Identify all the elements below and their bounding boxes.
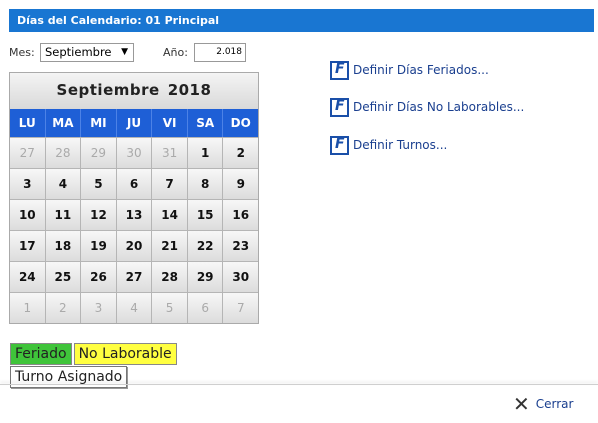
- calendar-day[interactable]: 14: [151, 199, 187, 230]
- year-label: Año:: [163, 46, 188, 59]
- calendar-day-other-month[interactable]: 27: [10, 137, 45, 168]
- calendar-day-other-month[interactable]: 1: [10, 292, 45, 323]
- calendar-day[interactable]: 20: [115, 230, 152, 261]
- calendar-day-other-month[interactable]: 31: [151, 137, 187, 168]
- calendar-day[interactable]: 30: [222, 261, 259, 292]
- calendar-day-other-month[interactable]: 3: [80, 292, 116, 323]
- calendar-day[interactable]: 1: [186, 137, 223, 168]
- legend: Feriado No Laborable: [10, 343, 179, 365]
- calendar-week-row: 3456789: [10, 168, 259, 199]
- f-document-icon: [330, 98, 349, 117]
- calendar-day[interactable]: 17: [10, 230, 45, 261]
- calendar-day[interactable]: 29: [186, 261, 223, 292]
- f-document-icon: [330, 61, 349, 80]
- weekday-header: JU: [115, 109, 152, 137]
- calendar-day[interactable]: 24: [10, 261, 45, 292]
- calendar-day[interactable]: 10: [10, 199, 45, 230]
- calendar-week-row: 1234567: [10, 292, 259, 323]
- calendar-day[interactable]: 28: [151, 261, 187, 292]
- calendar-day-other-month[interactable]: 5: [151, 292, 187, 323]
- calendar-day-other-month[interactable]: 30: [115, 137, 152, 168]
- calendar-day[interactable]: 18: [44, 230, 81, 261]
- calendar-week-row: 27 28 29 30 31 1 2: [10, 137, 259, 168]
- calendar-grid: 27 28 29 30 31 1 2 3 4 5 6 7 8 9 10 11 12 13 14 15 16 17 18 19 2…: [10, 137, 259, 323]
- calendar-day[interactable]: 22: [186, 230, 223, 261]
- calendar-day[interactable]: 3: [10, 168, 45, 199]
- calendar-day[interactable]: 2: [222, 137, 259, 168]
- dialog-title: Días del Calendario: 01 Principal: [9, 9, 594, 32]
- weekday-header: MA: [44, 109, 81, 137]
- calendar-day-other-month[interactable]: 2: [44, 292, 81, 323]
- calendar-day-other-month[interactable]: 4: [115, 292, 152, 323]
- define-link-label: Definir Días No Laborables...: [353, 100, 525, 114]
- calendar-day[interactable]: 21: [151, 230, 187, 261]
- define-link-3[interactable]: Definir Turnos...: [330, 136, 447, 155]
- year-input[interactable]: 2.018: [194, 43, 246, 62]
- legend-no-laborable: No Laborable: [73, 343, 177, 365]
- weekday-header: SA: [186, 109, 223, 137]
- calendar-day[interactable]: 27: [115, 261, 152, 292]
- calendar-week-row: 24 25 26 27 28 29 30: [10, 261, 259, 292]
- weekday-header: MI: [80, 109, 116, 137]
- calendar-header: Septiembre 2018: [10, 73, 258, 109]
- f-document-icon: [330, 136, 349, 155]
- calendar-day-other-month[interactable]: 6: [186, 292, 223, 323]
- calendar: Septiembre 2018 LU MA MI JU VI SA DO 27 28 29 30 31…: [9, 72, 259, 324]
- weekday-header: LU: [18, 116, 36, 130]
- close-icon: ✕: [513, 392, 530, 416]
- calendar-year: 2018: [167, 81, 212, 99]
- calendar-day[interactable]: 19: [80, 230, 116, 261]
- footer-divider: [0, 384, 598, 385]
- calendar-day[interactable]: 4: [44, 168, 81, 199]
- define-link-label: Definir Días Feriados...: [353, 63, 489, 77]
- calendar-month: Septiembre: [56, 81, 160, 99]
- calendar-day[interactable]: 7: [151, 168, 187, 199]
- calendar-day[interactable]: 16: [222, 199, 259, 230]
- calendar-day[interactable]: 6: [115, 168, 152, 199]
- calendar-day-other-month[interactable]: 29: [80, 137, 116, 168]
- calendar-week-row: 17 18 19 20 21 22 23: [10, 230, 259, 261]
- close-button-label: Cerrar: [535, 397, 574, 411]
- weekday-header: VI: [151, 109, 187, 137]
- define-link-2[interactable]: Definir Días No Laborables...: [330, 98, 524, 117]
- calendar-week-row: 10 11 12 13 14 15 16: [10, 199, 259, 230]
- calendar-day-other-month[interactable]: 7: [222, 292, 259, 323]
- weekday-header: DO: [222, 109, 258, 137]
- chevron-down-icon: ▼: [121, 47, 128, 57]
- calendar-day[interactable]: 5: [80, 168, 116, 199]
- close-button[interactable]: ✕ Cerrar: [513, 392, 574, 416]
- month-select-value: Septiembre: [45, 45, 112, 59]
- month-select[interactable]: Septiembre ▼: [40, 43, 134, 62]
- calendar-day-other-month[interactable]: 28: [44, 137, 81, 168]
- weekday-header-row: LU MA MI JU VI SA DO: [10, 109, 258, 137]
- calendar-day[interactable]: 8: [186, 168, 223, 199]
- legend-feriado: Feriado: [10, 343, 72, 365]
- calendar-day[interactable]: 25: [44, 261, 81, 292]
- calendar-day[interactable]: 23: [222, 230, 259, 261]
- calendar-day[interactable]: 26: [80, 261, 116, 292]
- month-label: Mes:: [9, 46, 35, 59]
- calendar-day[interactable]: 11: [44, 199, 81, 230]
- calendar-day[interactable]: 15: [186, 199, 223, 230]
- calendar-day[interactable]: 13: [115, 199, 152, 230]
- define-link-1[interactable]: Definir Días Feriados...: [330, 61, 489, 80]
- calendar-day[interactable]: 9: [222, 168, 259, 199]
- calendar-day[interactable]: 12: [80, 199, 116, 230]
- define-link-label: Definir Turnos...: [353, 138, 448, 152]
